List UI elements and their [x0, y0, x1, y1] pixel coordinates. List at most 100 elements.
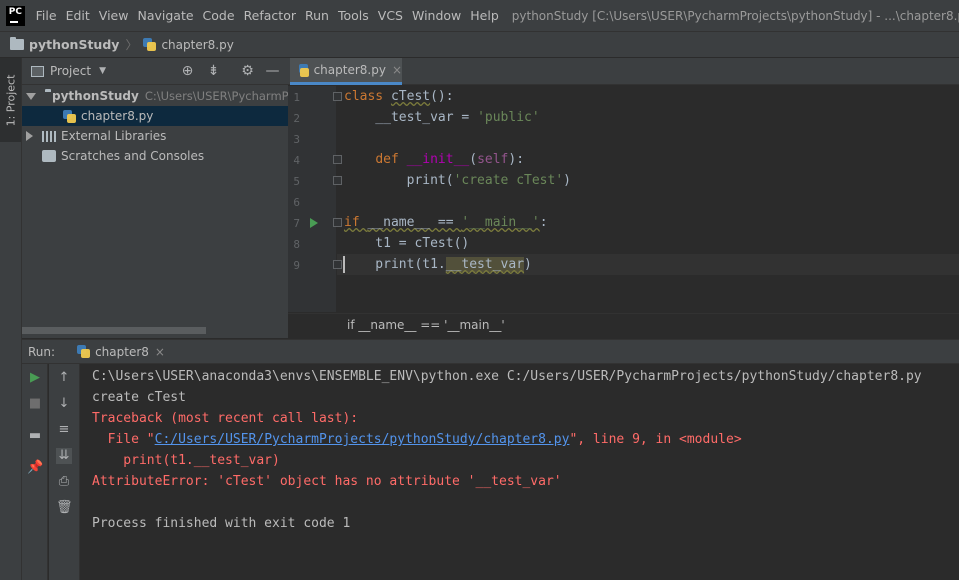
code-line-9: print(t1.__test_var): [344, 257, 532, 272]
fold-icon[interactable]: [333, 155, 342, 164]
line-number: 1: [293, 91, 300, 104]
folder-icon: [10, 37, 24, 50]
locate-file-icon[interactable]: ⊕: [180, 64, 195, 79]
editor-breadcrumb[interactable]: if __name__ == '__main__': [347, 318, 505, 332]
tree-root-name: pythonStudy: [52, 89, 139, 103]
tree-item-external-libraries[interactable]: External Libraries: [22, 126, 288, 146]
console-output: create cTest: [92, 390, 186, 405]
console-traceback-header: Traceback (most recent call last):: [92, 411, 359, 426]
run-toolbar-primary: ▶ ■ ▬ 📌: [22, 364, 48, 580]
traceback-file-suffix: ", line 9, in <module>: [569, 432, 742, 447]
tab-chapter8[interactable]: chapter8.py ×: [290, 58, 402, 85]
editor-breadcrumb-bar: if __name__ == '__main__': [288, 313, 959, 338]
expand-arrow-icon[interactable]: [26, 92, 36, 100]
expand-arrow-icon[interactable]: [26, 131, 33, 141]
library-icon: [42, 130, 56, 142]
menu-file[interactable]: File: [36, 8, 57, 23]
soft-wrap-icon[interactable]: ≡: [56, 422, 72, 438]
line-number: 8: [293, 238, 300, 251]
menu-run[interactable]: Run: [305, 8, 329, 23]
project-tool-window-button[interactable]: 1: Project: [0, 58, 21, 142]
scratches-icon: [42, 150, 56, 162]
traceback-file-link[interactable]: C:/Users/USER/PycharmProjects/pythonStud…: [155, 432, 570, 447]
project-horizontal-scrollbar[interactable]: [22, 327, 206, 334]
run-tab-chapter8[interactable]: chapter8 ×: [77, 345, 165, 359]
rerun-icon[interactable]: ▶: [27, 370, 43, 386]
tree-item-project-root[interactable]: pythonStudy C:\Users\USER\PycharmP: [22, 86, 288, 106]
left-tool-stripe: 1: Project: [0, 58, 22, 580]
run-panel-header: Run: chapter8 ×: [22, 339, 959, 364]
menu-help[interactable]: Help: [470, 8, 499, 23]
fold-icon[interactable]: [333, 260, 342, 269]
collapse-all-icon[interactable]: ⇟: [206, 64, 221, 79]
run-toolbar-secondary: ↑ ↓ ≡ ⇊ ⎙ 🗑: [49, 364, 80, 580]
menu-edit[interactable]: Edit: [66, 8, 90, 23]
console-exit-message: Process finished with exit code 1: [92, 516, 351, 531]
traceback-file-prefix: File ": [92, 432, 155, 447]
tree-scratches-label: Scratches and Consoles: [61, 149, 205, 163]
menu-window[interactable]: Window: [412, 8, 461, 23]
code-line-1: class cTest():: [344, 89, 454, 104]
tree-external-libraries-label: External Libraries: [61, 129, 167, 143]
code-line-2: __test_var = 'public': [344, 110, 540, 125]
editor-tab-bar: chapter8.py ×: [288, 58, 959, 85]
python-file-icon: [143, 38, 157, 51]
project-view-selector[interactable]: Project: [50, 64, 91, 78]
project-panel-header: Project ▼ ⊕ ⇟ ⚙ —: [22, 58, 288, 85]
print-icon[interactable]: ⎙: [56, 474, 72, 490]
python-file-icon: [63, 109, 76, 123]
fold-icon[interactable]: [333, 218, 342, 227]
trash-icon[interactable]: 🗑: [56, 500, 73, 516]
breadcrumb-separator-icon: 〉: [125, 38, 138, 52]
run-gutter-icon[interactable]: [310, 218, 318, 228]
editor-gutter: 1 2 3 4 5 6 7 8 9: [288, 86, 336, 312]
code-line-8: t1 = cTest(): [344, 236, 470, 251]
menu-tools[interactable]: Tools: [338, 8, 369, 23]
tree-root-path: C:\Users\USER\PycharmP: [144, 89, 288, 103]
python-file-icon: [299, 63, 309, 77]
line-number: 5: [293, 175, 300, 188]
console-traceback-code: print(t1.__test_var): [92, 453, 280, 468]
run-tab-label: chapter8: [95, 344, 149, 359]
arrow-up-icon[interactable]: ↑: [56, 370, 72, 386]
line-number: 7: [293, 217, 300, 230]
fold-icon[interactable]: [333, 176, 342, 185]
close-icon[interactable]: ×: [155, 345, 165, 359]
tab-label: chapter8.py: [313, 63, 386, 77]
stop-icon[interactable]: ■: [27, 396, 43, 412]
scroll-to-end-icon[interactable]: ⇊: [56, 448, 72, 464]
pycharm-logo-icon: PC: [6, 5, 25, 26]
tree-file-label: chapter8.py: [81, 109, 154, 123]
line-number: 3: [293, 133, 300, 146]
run-console[interactable]: C:\Users\USER\anaconda3\envs\ENSEMBLE_EN…: [81, 364, 959, 580]
menu-navigate[interactable]: Navigate: [137, 8, 193, 23]
menu-view[interactable]: View: [99, 8, 129, 23]
breadcrumb: pythonStudy 〉 chapter8.py: [0, 31, 959, 58]
breadcrumb-project[interactable]: pythonStudy: [29, 37, 119, 52]
run-panel-title: Run:: [28, 344, 56, 359]
code-line-5: print('create cTest'): [344, 173, 571, 188]
console-command: C:\Users\USER\anaconda3\envs\ENSEMBLE_EN…: [92, 369, 922, 384]
pin-icon[interactable]: 📌: [27, 460, 43, 476]
menu-refactor[interactable]: Refactor: [244, 8, 296, 23]
console-error-message: AttributeError: 'cTest' object has no at…: [92, 474, 562, 489]
breadcrumb-file[interactable]: chapter8.py: [161, 38, 233, 52]
project-tool-window-label: 1: Project: [4, 74, 17, 126]
project-view-icon: [31, 65, 44, 77]
menu-code[interactable]: Code: [203, 8, 235, 23]
tree-item-chapter8[interactable]: chapter8.py: [22, 106, 288, 126]
close-icon[interactable]: ×: [392, 63, 402, 77]
menu-vcs[interactable]: VCS: [378, 8, 403, 23]
menu-bar: PC File Edit View Navigate Code Refactor…: [0, 0, 959, 31]
line-number: 9: [293, 259, 300, 272]
layout-icon[interactable]: ▬: [27, 428, 43, 444]
fold-icon[interactable]: [333, 92, 342, 101]
code-line-4: def __init__(self):: [375, 152, 525, 167]
tree-item-scratches[interactable]: Scratches and Consoles: [22, 146, 288, 166]
gear-icon[interactable]: ⚙: [240, 64, 255, 79]
arrow-down-icon[interactable]: ↓: [56, 396, 72, 412]
chevron-down-icon[interactable]: ▼: [99, 66, 106, 76]
line-number: 4: [293, 154, 300, 167]
python-run-icon: [77, 345, 91, 358]
hide-panel-icon[interactable]: —: [265, 64, 280, 79]
